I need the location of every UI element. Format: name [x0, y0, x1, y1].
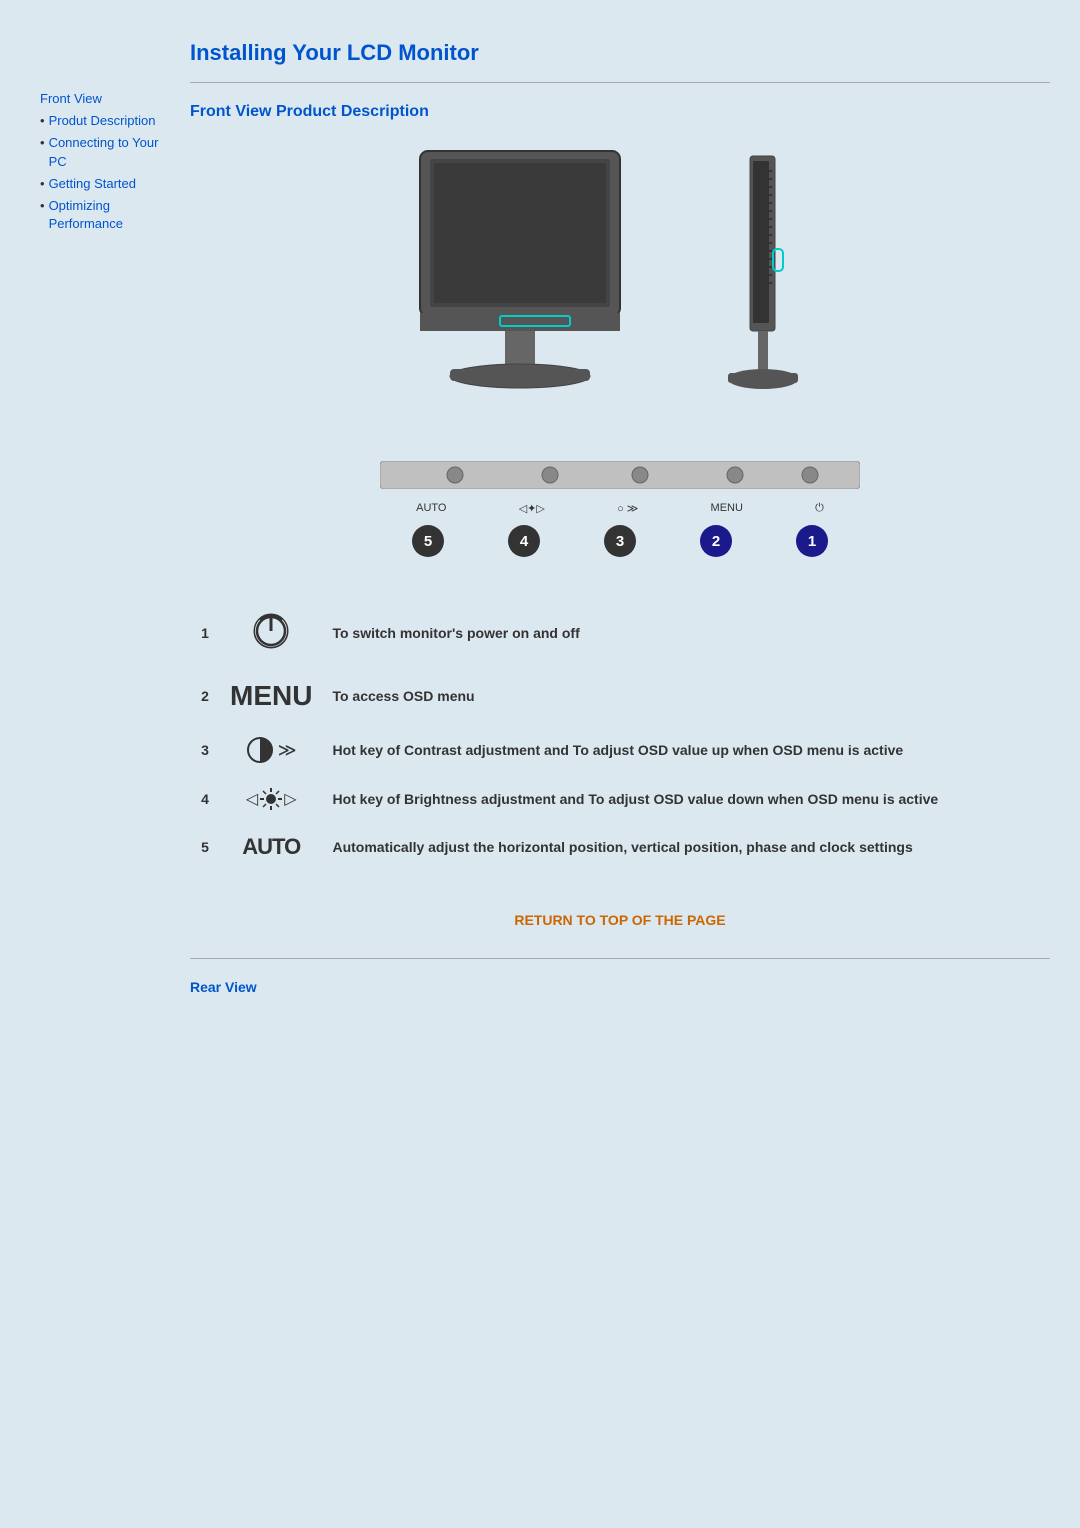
page-wrapper: Front View Produt Description Connecting…: [0, 0, 1080, 1528]
sidebar-item-product-description[interactable]: Produt Description: [40, 112, 170, 130]
sidebar-item-front-view[interactable]: Front View: [40, 90, 170, 108]
btn-circle-2: 2: [700, 525, 732, 557]
btn-label-menu: MENU: [711, 502, 743, 515]
btn-label-power: ⏻: [815, 502, 824, 515]
monitor-images: [190, 141, 1050, 421]
feature-icon-power: [220, 597, 322, 668]
feature-table: 1 To switch monitor's power on and off: [190, 597, 1050, 872]
feature-desc-3: Hot key of Contrast adjustment and To ad…: [322, 724, 1050, 776]
rear-view-link[interactable]: Rear View: [190, 979, 1050, 995]
feature-icon-contrast: ≫: [220, 724, 322, 776]
bottom-divider: [190, 958, 1050, 959]
btn-circle-3: 3: [604, 525, 636, 557]
btn-circle-1: 1: [796, 525, 828, 557]
feature-num-2: 2: [190, 668, 220, 724]
feature-num-4: 4: [190, 776, 220, 822]
top-divider: [190, 82, 1050, 83]
feature-icon-brightness: ◁ ▷: [220, 776, 322, 822]
feature-row-5: 5 AUTO Automatically adjust the horizont…: [190, 822, 1050, 872]
monitor-front-image: [390, 141, 650, 421]
sidebar-item-getting-started[interactable]: Getting Started: [40, 175, 170, 193]
button-diagram: AUTO ◁✦▷ ○ ≫ MENU ⏻ 5 4 3: [190, 461, 1050, 557]
btn-circle-5: 5: [412, 525, 444, 557]
feature-desc-2: To access OSD menu: [322, 668, 1050, 724]
main-content: Installing Your LCD Monitor Front View P…: [170, 40, 1050, 1488]
feature-desc-1: To switch monitor's power on and off: [322, 597, 1050, 668]
btn-label-contrast: ○ ≫: [617, 502, 638, 515]
btn-circle-4: 4: [508, 525, 540, 557]
monitor-side-image: [690, 141, 850, 421]
feature-icon-auto: AUTO: [220, 822, 322, 872]
feature-row-1: 1 To switch monitor's power on and off: [190, 597, 1050, 668]
feature-row-4: 4 ◁: [190, 776, 1050, 822]
sidebar: Front View Produt Description Connecting…: [40, 40, 170, 1488]
section-title: Front View Product Description: [190, 103, 1050, 121]
feature-num-1: 1: [190, 597, 220, 668]
feature-desc-5: Automatically adjust the horizontal posi…: [322, 822, 1050, 872]
sidebar-item-connecting[interactable]: Connecting to Your PC: [40, 134, 170, 170]
feature-desc-4: Hot key of Brightness adjustment and To …: [322, 776, 1050, 822]
btn-label-brightness: ◁✦▷: [519, 502, 545, 515]
return-link[interactable]: RETURN TO TOP OF THE PAGE: [190, 912, 1050, 928]
sidebar-item-optimizing-performance[interactable]: Optimizing Performance: [40, 197, 170, 233]
page-title: Installing Your LCD Monitor: [190, 40, 1050, 66]
button-bar-container: [380, 461, 860, 492]
feature-num-5: 5: [190, 822, 220, 872]
btn-label-auto: AUTO: [416, 502, 446, 515]
feature-row-3: 3 ≫ Hot key of Contrast adjustment and T…: [190, 724, 1050, 776]
feature-row-2: 2 MENU To access OSD menu: [190, 668, 1050, 724]
return-to-top-anchor[interactable]: RETURN TO TOP OF THE PAGE: [514, 912, 725, 928]
feature-icon-menu: MENU: [220, 668, 322, 724]
feature-num-3: 3: [190, 724, 220, 776]
